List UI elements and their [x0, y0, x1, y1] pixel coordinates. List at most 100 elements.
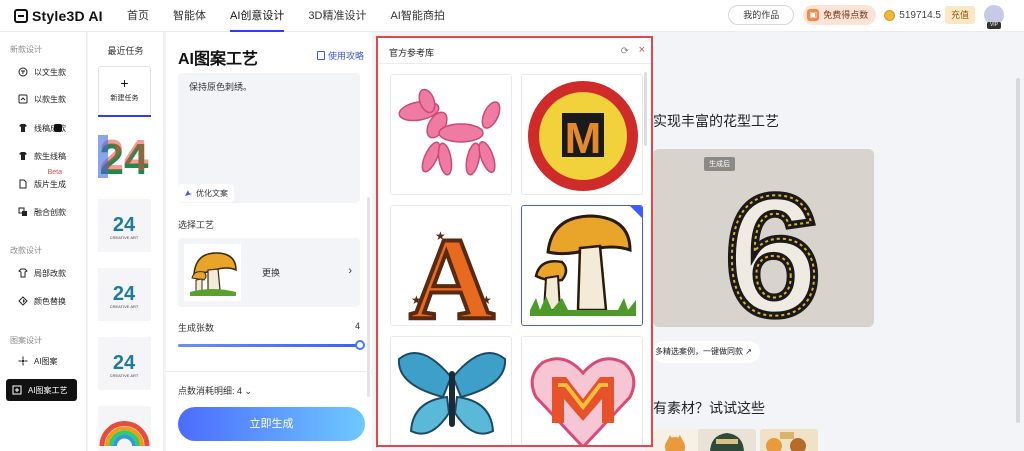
logo[interactable]: Style3D AI [14, 8, 114, 24]
count-slider[interactable] [178, 340, 365, 350]
gallery-item-letter-m-patch[interactable]: M [521, 74, 643, 195]
gallery-item-mushroom-patch[interactable] [521, 205, 643, 326]
recent-task-thumb[interactable]: 24 CREATIVE ART [98, 337, 151, 390]
usage-guide-label: 使用攻略 [327, 51, 364, 61]
recharge-button[interactable]: 充值 [944, 6, 975, 24]
nav-ai-creative-design[interactable]: AI创意设计 [230, 0, 285, 32]
nav-home[interactable]: 首页 [127, 0, 149, 32]
recent-task-thumb[interactable]: 24 24 [98, 130, 151, 183]
sidebar-item-label: AI图案 [34, 356, 58, 366]
svg-text:★: ★ [435, 229, 446, 243]
style-icon [18, 94, 28, 104]
butterfly-patch-image [391, 337, 511, 445]
section-title-modify-design: 改款设计 [10, 246, 42, 255]
refresh-icon[interactable]: ⟳ [621, 46, 629, 57]
sidebar-item-style-to-style[interactable]: 以款生款 [6, 89, 66, 109]
preview-digit-outline: 6 [726, 161, 821, 327]
close-icon[interactable]: × [639, 44, 645, 56]
sidebar-item-style-to-sketch[interactable]: 款生线稿 [6, 146, 66, 166]
cat-sample-image [645, 429, 703, 451]
recent-tasks: 最近任务 + 新建任务 24 24 24 CREATIVE ART 24 CRE… [88, 32, 164, 451]
sidebar-item-color-replace[interactable]: 颜色替换 [6, 291, 66, 311]
svg-text:★: ★ [411, 293, 422, 307]
count-label: 生成张数 [178, 323, 215, 333]
letter-m: M [565, 114, 602, 163]
panel-scrollbar[interactable] [367, 197, 370, 397]
thumb-caption: CREATIVE ART [110, 373, 139, 378]
letter-a: A [409, 213, 494, 326]
merge-icon [18, 207, 27, 216]
generate-button[interactable]: 立即生成 [178, 407, 365, 441]
craft-selector[interactable]: 更换 › [178, 238, 360, 307]
recent-task-thumb[interactable]: 24 CREATIVE ART [98, 199, 151, 252]
sidebar-item-label: 局部改款 [34, 268, 66, 278]
nav-agent[interactable]: 智能体 [173, 0, 206, 32]
sidebar-item-ai-pattern[interactable]: AI图案 [6, 351, 58, 371]
gallery-item-heart-m-patch[interactable] [521, 336, 643, 445]
beta-badge: Beta [47, 169, 62, 176]
result-preview: 6 6 生成后 [653, 149, 874, 327]
task-thumbnail-image: 24 CREATIVE ART [98, 268, 151, 321]
sample-thumb[interactable] [645, 429, 703, 451]
task-thumbnail-image: 24 CREATIVE ART [98, 337, 151, 390]
count-value: 4 [354, 321, 360, 331]
more-cases-button[interactable]: 多精选案例，一键做同款 ↗ [653, 341, 760, 363]
heart-m-patch-image [522, 337, 642, 445]
new-task-button[interactable]: + 新建任务 [98, 66, 151, 117]
usage-guide-link[interactable]: 使用攻略 [316, 49, 364, 62]
chevron-right-icon: › [348, 265, 352, 277]
sample-thumb[interactable] [760, 429, 818, 451]
recent-task-thumb[interactable] [98, 406, 151, 451]
recent-tasks-title: 最近任务 [107, 46, 144, 56]
gallery-item-letter-a-patch[interactable]: A ★ ★ ★ [390, 205, 512, 326]
reference-gallery-popup: 官方参考库 ⟳ × M A ★ ★ ★ [376, 36, 653, 447]
sidebar-item-label: 融合创款 [34, 207, 66, 217]
sample-thumb[interactable] [698, 429, 756, 451]
my-works-button[interactable]: 我的作品 [728, 5, 795, 25]
letter-m-patch-image: M [522, 75, 642, 194]
free-points-label: 免费得点数 [823, 10, 869, 20]
try-heading: 有素材？试试这些 [653, 400, 765, 416]
sidebar-item-label: 款生线稿 [34, 151, 66, 161]
pearl-six-patch-image: 6 6 [653, 149, 874, 327]
section-title-new-design: 新款设计 [10, 45, 42, 54]
gallery-item-balloon-dog[interactable] [390, 74, 512, 195]
optimize-text-button[interactable]: 优化文案 [178, 184, 234, 202]
cost-detail-label: 点数消耗明细: 4 [178, 386, 243, 396]
gallery-item-butterfly-patch[interactable] [390, 336, 512, 445]
top-bar: Style3D AI 首页 智能体 AI创意设计 3D精准设计 AI智能商拍 我… [0, 0, 1024, 32]
sidebar-item-pattern-generate[interactable]: 版片生成 Beta [6, 169, 66, 194]
arrow-up-right-icon: ↗ [745, 347, 752, 356]
recent-task-thumb[interactable]: 24 CREATIVE ART [98, 268, 151, 321]
gallery-scrollbar[interactable] [644, 72, 647, 146]
new-task-label: 新建任务 [110, 95, 139, 102]
divider [166, 371, 372, 372]
after-badge: 生成后 [704, 157, 735, 171]
sidebar-item-merge-style[interactable]: 融合创款 [6, 202, 66, 222]
points-value: 519714.5 [899, 9, 941, 21]
color-icon [18, 296, 28, 306]
section-title-pattern-design: 图案设计 [10, 336, 42, 345]
sidebar-item-sketch-to-style[interactable]: 线稿成款 [6, 118, 66, 138]
page-scrollbar[interactable] [1016, 78, 1020, 423]
slider-handle[interactable] [355, 340, 365, 350]
gallery-title: 官方参考库 [389, 48, 435, 58]
thumb-caption: CREATIVE ART [110, 304, 139, 309]
points-balance: 519714.5 [884, 9, 941, 21]
free-points-button[interactable]: ▣ 免费得点数 [803, 5, 877, 25]
cost-detail-toggle[interactable]: 点数消耗明细: 4 ⌄ [178, 384, 252, 397]
sidebar-item-partial-modify[interactable]: 局部改款 [6, 263, 66, 283]
nav-3d-design[interactable]: 3D精准设计 [308, 0, 366, 32]
thumb-number: 24 [113, 214, 136, 236]
sidebar-item-text-to-style[interactable]: 以文生款 [6, 62, 66, 82]
svg-text:★: ★ [481, 293, 492, 307]
sidebar-item-label: 版片生成 [34, 179, 66, 189]
sketch-icon [19, 124, 27, 132]
avatar[interactable]: VIP [984, 5, 1004, 29]
tool-panel: AI图案工艺 使用攻略 保持原色刺绣。 优化文案 选择工艺 更换 › 生成张数 … [166, 32, 372, 451]
sidebar-item-ai-pattern-craft[interactable]: AI图案工艺 [6, 379, 77, 401]
task-thumbnail-image: 24 CREATIVE ART [98, 199, 151, 252]
top-right-actions: 我的作品 ▣ 免费得点数 519714.5 充值 VIP [728, 5, 1004, 29]
coin-icon [884, 9, 896, 21]
nav-ai-photo[interactable]: AI智能商拍 [390, 0, 444, 32]
